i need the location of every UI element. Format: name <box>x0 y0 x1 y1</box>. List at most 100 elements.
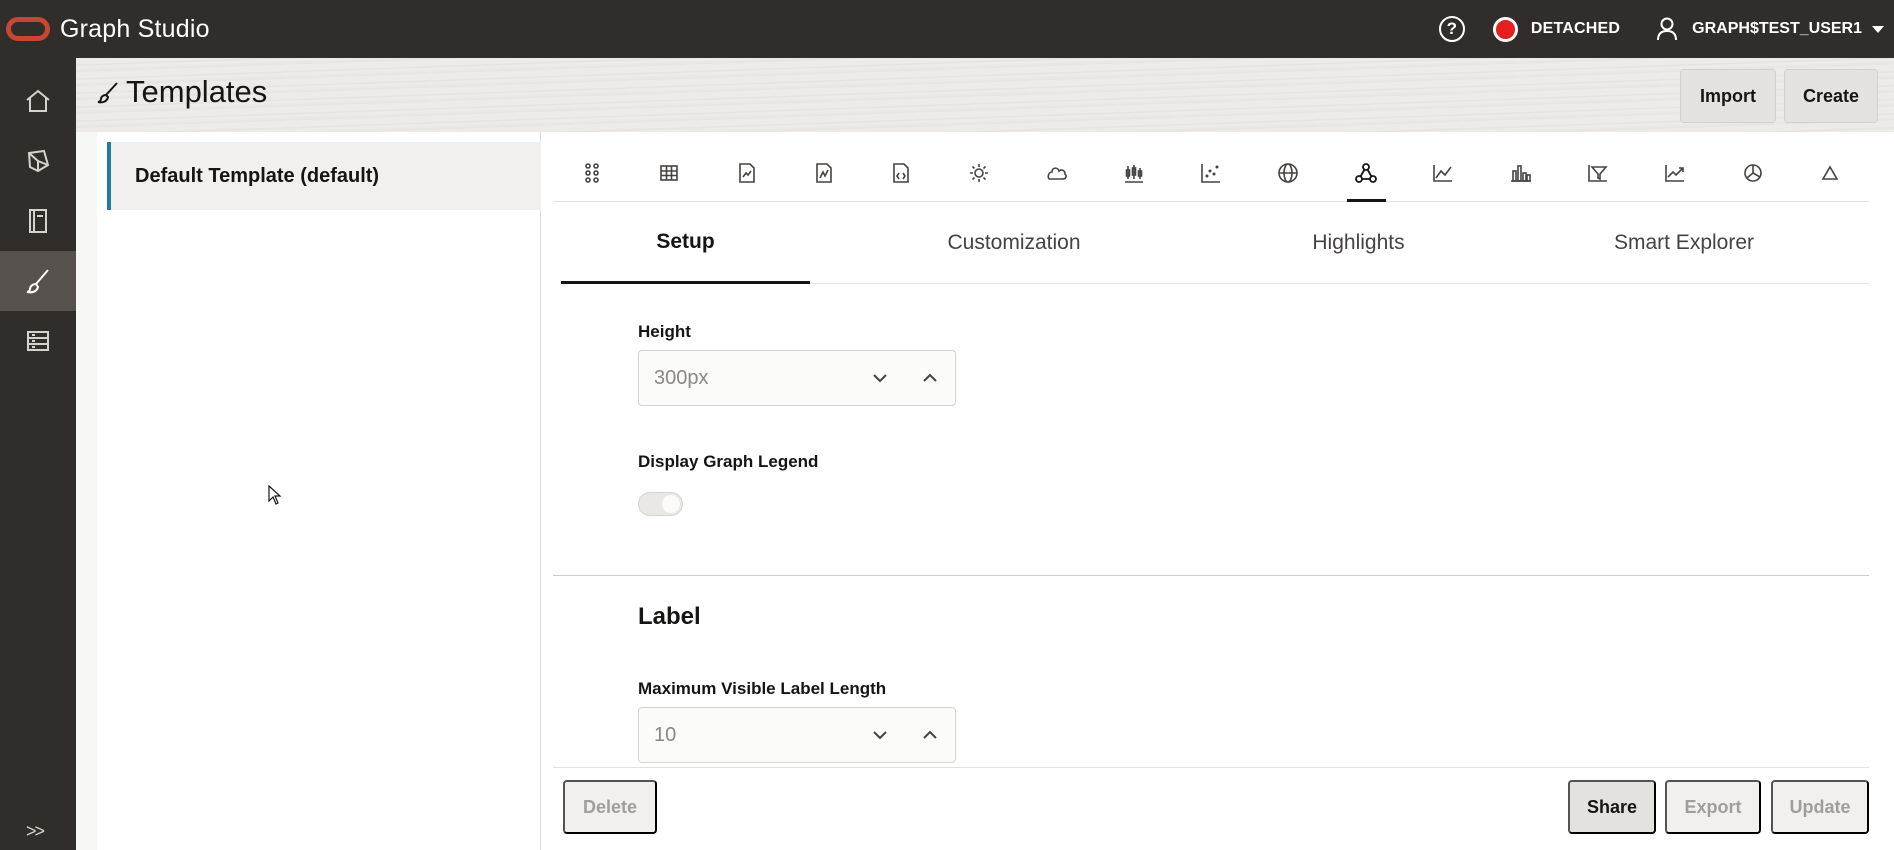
delete-button[interactable]: Delete <box>563 780 657 834</box>
status-label: DETACHED <box>1530 20 1621 37</box>
viz-button-candlestick[interactable] <box>1095 144 1172 202</box>
trend-line-icon <box>1665 164 1685 182</box>
page-header: Templates Import Create <box>76 58 1894 132</box>
nav-notebooks[interactable] <box>0 191 76 251</box>
page-title: Templates <box>96 74 267 110</box>
cloud-icon <box>1047 166 1067 180</box>
pie-chart-icon <box>1743 163 1762 182</box>
viz-button-chart-doc[interactable] <box>708 144 785 202</box>
visualization-toolbar <box>553 144 1869 202</box>
status-dot-icon <box>1492 16 1518 42</box>
notebook-icon <box>29 209 47 233</box>
tab-customization[interactable]: Customization <box>810 202 1218 284</box>
viz-button-graph[interactable] <box>1327 144 1404 202</box>
height-label: Height <box>638 322 691 341</box>
user-name: GRAPH$TEST_USER1 <box>1692 20 1862 37</box>
funnel-icon <box>1588 164 1608 182</box>
height-value[interactable]: 300px <box>639 367 855 390</box>
home-icon <box>26 89 50 112</box>
chevron-down-icon <box>873 374 887 383</box>
jobs-icon <box>27 331 49 351</box>
help-icon[interactable]: ? <box>1438 16 1465 42</box>
label-section-title: Label <box>638 603 701 630</box>
graph-network-icon <box>1354 162 1377 183</box>
top-bar: Graph Studio ? DETACHED GRAPH$TEST_USER1 <box>0 0 1894 58</box>
section-divider <box>553 575 1869 576</box>
mouse-cursor-icon <box>268 485 282 505</box>
nav-templates[interactable] <box>0 251 76 311</box>
globe-icon <box>1278 162 1299 183</box>
decrement-button[interactable] <box>855 350 905 406</box>
viz-button-geo[interactable] <box>1250 144 1327 202</box>
increment-button[interactable] <box>905 350 955 406</box>
settings-tabs: Setup Customization Highlights Smart Exp… <box>561 202 1869 284</box>
template-editor: Setup Customization Highlights Smart Exp… <box>541 132 1894 850</box>
export-button[interactable]: Export <box>1665 780 1761 834</box>
expand-nav-button[interactable]: >> <box>26 821 45 842</box>
viz-button-trend[interactable] <box>1637 144 1714 202</box>
bar-chart-icon <box>1510 164 1531 182</box>
left-nav: >> <box>0 58 76 850</box>
list-item[interactable]: Default Template (default) <box>107 142 541 210</box>
viz-button-triangle[interactable] <box>1792 144 1869 202</box>
candlestick-icon <box>1124 164 1143 183</box>
brush-icon <box>26 269 49 294</box>
toggle-knob <box>662 495 680 513</box>
viz-button-sunburst[interactable] <box>940 144 1017 202</box>
scatter-icon <box>1201 163 1220 183</box>
line-chart-icon <box>1433 164 1453 182</box>
nav-jobs[interactable] <box>0 311 76 371</box>
viz-button-cloud[interactable] <box>1017 144 1094 202</box>
tab-smart-explorer[interactable]: Smart Explorer <box>1499 202 1869 284</box>
user-icon <box>1657 17 1678 41</box>
decrement-button[interactable] <box>855 707 905 763</box>
chevron-down-icon <box>873 731 887 740</box>
max-label-length-stepper[interactable]: 10 <box>638 707 956 763</box>
display-legend-toggle[interactable] <box>638 492 683 516</box>
share-button[interactable]: Share <box>1568 780 1656 834</box>
chevron-down-icon <box>1872 25 1884 33</box>
oracle-logo-icon <box>6 17 50 41</box>
chart-doc-icon <box>738 162 755 183</box>
max-label-length-value[interactable]: 10 <box>639 724 855 747</box>
viz-button-funnel[interactable] <box>1559 144 1636 202</box>
tab-highlights[interactable]: Highlights <box>1218 202 1499 284</box>
max-label-length-label: Maximum Visible Label Length <box>638 679 887 698</box>
viz-button-pie[interactable] <box>1714 144 1791 202</box>
chevron-up-icon <box>923 373 937 382</box>
app-title: Graph Studio <box>60 14 210 43</box>
viz-button-table[interactable] <box>630 144 707 202</box>
triangle-icon <box>1821 164 1839 180</box>
import-button[interactable]: Import <box>1680 69 1776 123</box>
create-button[interactable]: Create <box>1784 69 1878 123</box>
chevron-up-icon <box>923 730 937 739</box>
table-icon <box>660 164 678 181</box>
dots-icon <box>584 162 599 183</box>
viz-button-bar[interactable] <box>1482 144 1559 202</box>
viz-button-line[interactable] <box>1404 144 1481 202</box>
brush-icon <box>97 82 118 104</box>
tab-setup[interactable]: Setup <box>561 202 810 284</box>
graph-model-icon <box>27 149 50 173</box>
viz-button-dots[interactable] <box>553 144 630 202</box>
height-stepper[interactable]: 300px <box>638 350 956 406</box>
editor-footer: Delete Share Export Update <box>553 767 1869 850</box>
connection-status[interactable]: DETACHED <box>1492 16 1621 42</box>
update-button[interactable]: Update <box>1771 780 1869 834</box>
template-list: Default Template (default) <box>97 132 541 850</box>
viz-button-chart-doc-alt[interactable] <box>785 144 862 202</box>
viz-button-scatter[interactable] <box>1172 144 1249 202</box>
top-right-controls: ? DETACHED GRAPH$TEST_USER1 <box>1438 0 1894 58</box>
setup-form: Height 300px Display Graph Legend Label … <box>541 284 1894 767</box>
brand[interactable]: Graph Studio <box>0 0 210 58</box>
page-title-text: Templates <box>126 74 268 109</box>
user-menu[interactable]: GRAPH$TEST_USER1 <box>1656 17 1884 41</box>
code-doc-icon <box>893 162 910 183</box>
display-legend-label: Display Graph Legend <box>638 452 819 471</box>
nav-home[interactable] <box>0 71 76 131</box>
chart-doc-alt-icon <box>816 162 832 183</box>
increment-button[interactable] <box>905 707 955 763</box>
sun-icon <box>969 163 988 182</box>
nav-graphs[interactable] <box>0 131 76 191</box>
viz-button-code-doc[interactable] <box>863 144 940 202</box>
